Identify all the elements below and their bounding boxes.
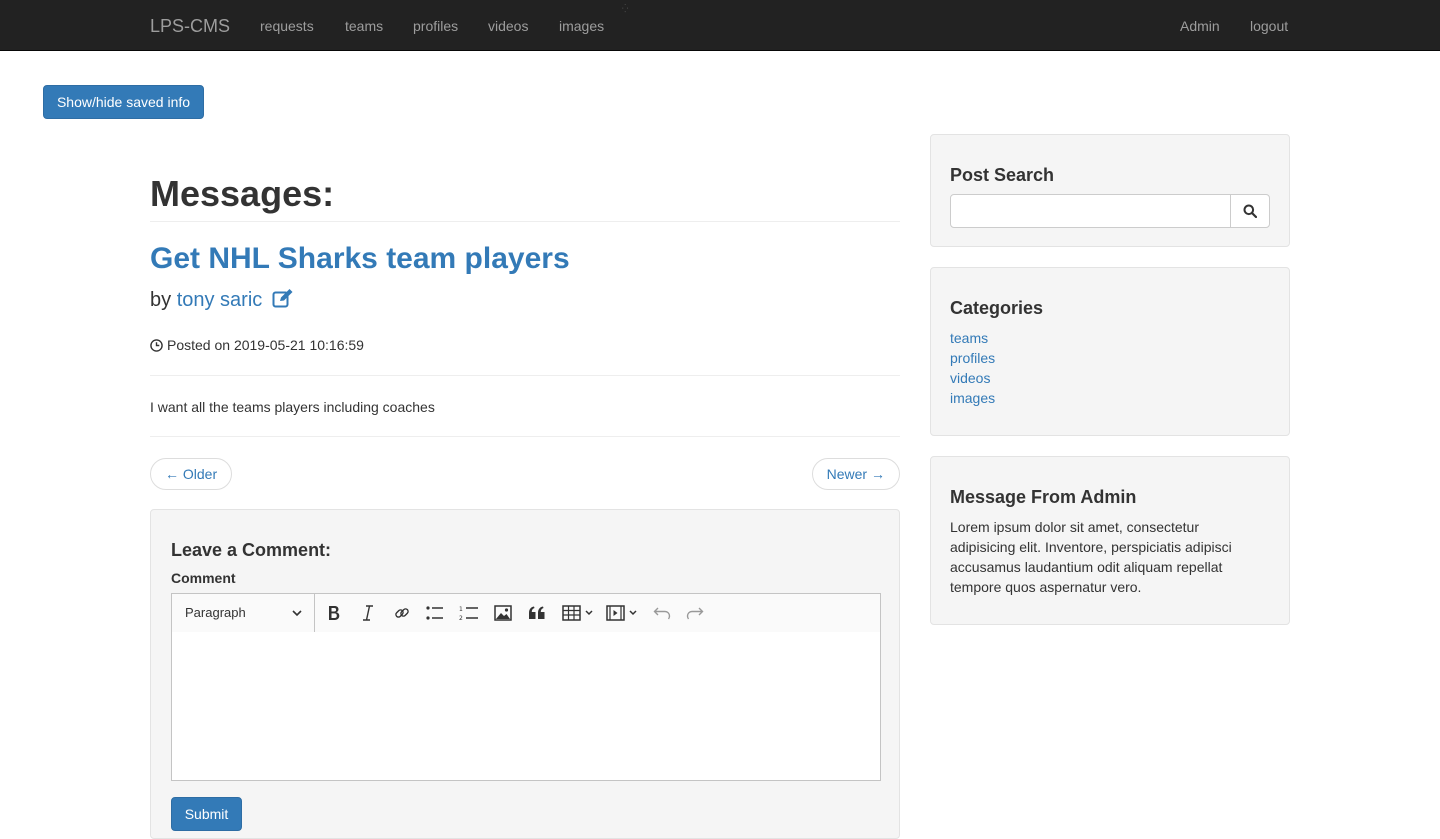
admin-message-text: Lorem ipsum dolor sit amet, consectetur … (950, 519, 1232, 595)
categories-list: teams profiles videos images (950, 328, 995, 408)
post-byline: by tony saric (150, 288, 294, 314)
author-link[interactable]: tony saric (177, 289, 263, 311)
media-icon[interactable] (606, 602, 640, 624)
show-hide-saved-info-button[interactable]: Show/hide saved info (43, 85, 204, 119)
svg-text:2: 2 (459, 615, 463, 621)
nav-item-profiles[interactable]: profiles (413, 18, 458, 34)
nav-item-requests[interactable]: requests (260, 18, 314, 34)
categories-panel: Categories teams profiles videos images (930, 267, 1290, 436)
post-date: Posted on 2019-05-21 10:16:59 (150, 336, 364, 356)
submit-comment-button[interactable]: Submit (171, 797, 242, 831)
divider (150, 375, 900, 376)
nav-item-admin[interactable]: Admin (1180, 18, 1220, 34)
admin-message-title: Message From Admin (950, 487, 1137, 507)
newer-post-button[interactable]: Newer → (811, 458, 900, 490)
divider (150, 436, 900, 437)
bulleted-list-icon[interactable] (424, 602, 446, 624)
admin-message-panel: Message From Admin Lorem ipsum dolor sit… (930, 456, 1290, 625)
category-link-teams[interactable]: teams (950, 330, 988, 346)
post-search-panel: Post Search (930, 134, 1290, 247)
image-icon[interactable] (492, 602, 514, 624)
heading-dropdown[interactable]: Paragraph (172, 594, 315, 632)
posted-on-text: Posted on 2019-05-21 10:16:59 (167, 337, 364, 353)
link-icon[interactable] (391, 602, 413, 624)
category-link-profiles[interactable]: profiles (950, 350, 995, 366)
search-icon (1243, 204, 1257, 218)
table-icon[interactable] (562, 602, 596, 624)
comment-form: Leave a Comment: Comment Paragraph 1 2 S… (150, 509, 900, 839)
brand-link[interactable]: LPS-CMS (150, 16, 230, 36)
nav-item-teams[interactable]: teams (345, 18, 383, 34)
edit-icon[interactable] (272, 288, 294, 314)
divider (150, 221, 900, 222)
post-search-title: Post Search (950, 165, 1055, 185)
nav-item-images[interactable]: images (559, 18, 604, 34)
editor-toolbar: Paragraph 12 (172, 594, 880, 633)
nav-item-logout[interactable]: logout (1250, 18, 1288, 34)
category-link-videos[interactable]: videos (950, 370, 990, 386)
page-title: Messages: (150, 173, 335, 214)
comment-label: Comment (171, 570, 236, 586)
older-post-button[interactable]: ← Older (150, 458, 233, 490)
post-body: I want all the teams players including c… (150, 399, 435, 415)
category-link-images[interactable]: images (950, 390, 995, 406)
rich-text-editor: Paragraph 12 (171, 593, 881, 781)
post-title-link[interactable]: Get NHL Sharks team players (150, 242, 570, 276)
nav-item-videos[interactable]: videos (488, 18, 528, 34)
undo-icon[interactable] (651, 602, 673, 624)
clock-icon (150, 338, 163, 356)
redo-icon[interactable] (684, 602, 706, 624)
loading-indicator-icon: ⁛ (622, 4, 629, 13)
comment-editor-area[interactable] (172, 632, 880, 780)
blockquote-icon[interactable] (526, 602, 548, 624)
italic-icon[interactable] (357, 602, 379, 624)
svg-text:1: 1 (459, 606, 463, 613)
numbered-list-icon[interactable]: 12 (458, 602, 480, 624)
top-navbar: LPS-CMS requests teams profiles videos i… (0, 0, 1440, 51)
categories-title: Categories (950, 298, 1044, 318)
search-button[interactable] (1230, 194, 1270, 228)
heading-dropdown-value: Paragraph (185, 605, 246, 620)
by-label: by (150, 289, 172, 311)
bold-icon[interactable] (323, 602, 345, 624)
search-input[interactable] (950, 194, 1231, 228)
comment-form-title: Leave a Comment: (171, 540, 332, 560)
